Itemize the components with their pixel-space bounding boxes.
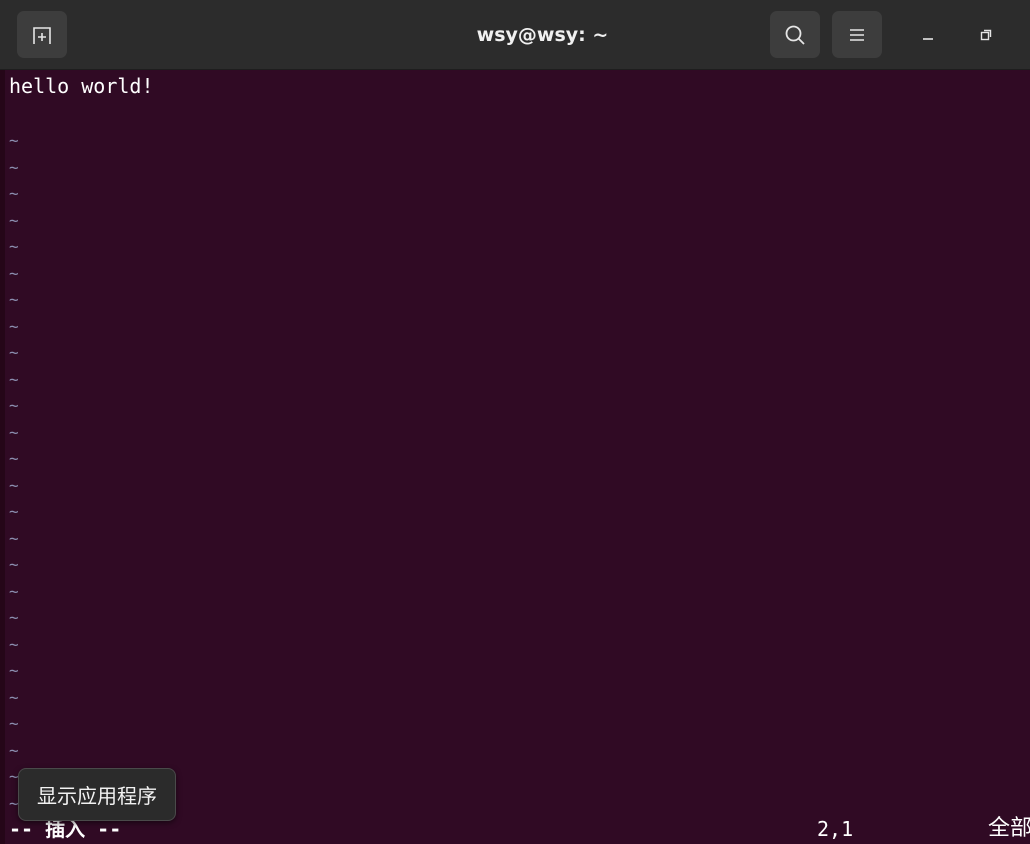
empty-line-tilde: ~ <box>9 581 19 601</box>
window-left-edge <box>0 70 5 844</box>
empty-line-tilde: ~ <box>9 263 19 283</box>
empty-line-tilde: ~ <box>9 290 19 309</box>
empty-line-tilde: ~ <box>9 316 19 336</box>
editor-line-1[interactable]: hello world! <box>9 73 154 99</box>
empty-line-tilde: ~ <box>9 740 19 760</box>
empty-line-tilde: ~ <box>9 237 19 256</box>
empty-line-tilde: ~ <box>9 661 19 680</box>
maximize-button[interactable] <box>969 18 1003 52</box>
empty-line-tilde: ~ <box>9 422 19 442</box>
empty-line-tilde: ~ <box>9 131 19 150</box>
search-icon <box>785 25 805 45</box>
new-tab-button[interactable] <box>17 11 67 58</box>
scroll-position: 全部 <box>988 816 1030 841</box>
title-bar: wsy@wsy: ~ <box>0 0 1030 70</box>
empty-line-tilde: ~ <box>9 502 19 521</box>
empty-line-tilde: ~ <box>9 396 19 415</box>
cursor-position: 2,1 <box>817 817 854 841</box>
terminal-area[interactable] <box>0 70 1030 844</box>
empty-line-tilde: ~ <box>9 343 19 362</box>
show-applications-tooltip: 显示应用程序 <box>18 768 176 821</box>
menu-button[interactable] <box>832 11 882 58</box>
empty-line-tilde: ~ <box>9 608 19 627</box>
empty-line-tilde: ~ <box>9 634 19 654</box>
empty-line-tilde: ~ <box>9 157 19 177</box>
empty-line-tilde: ~ <box>9 449 19 468</box>
empty-line-tilde: ~ <box>9 528 19 548</box>
empty-line-tilde: ~ <box>9 714 19 733</box>
empty-line-tilde: ~ <box>9 369 19 389</box>
maximize-icon <box>980 29 992 41</box>
minimize-button[interactable] <box>911 18 945 52</box>
search-button[interactable] <box>770 11 820 58</box>
hamburger-menu-icon <box>850 28 864 41</box>
empty-line-tilde: ~ <box>9 210 19 230</box>
new-tab-icon <box>33 26 51 44</box>
empty-line-tilde: ~ <box>9 555 19 574</box>
empty-line-tilde: ~ <box>9 475 19 495</box>
empty-line-tilde: ~ <box>9 184 19 203</box>
minimize-icon <box>923 38 933 40</box>
empty-line-tilde: ~ <box>9 687 19 707</box>
